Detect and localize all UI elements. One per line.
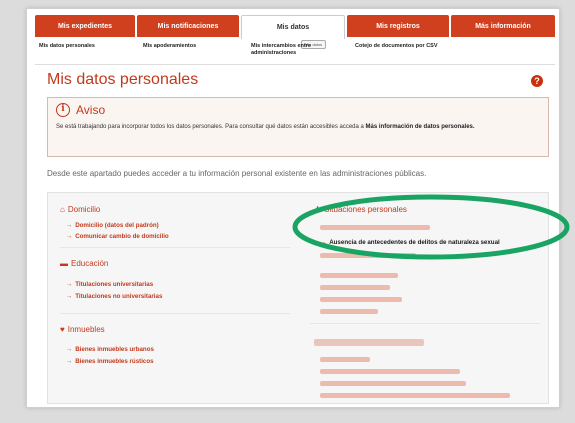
intro-text: Desde este apartado puedes acceder a tu … xyxy=(47,169,427,178)
notice-text-prefix: Se está trabajando para incorporar todos… xyxy=(56,124,364,130)
subnav-cotejo-documentos[interactable]: Cotejo de documentos por CSV xyxy=(355,43,451,50)
section-inmuebles-header: ♥ Inmuebles xyxy=(60,325,105,334)
notice-text: Se está trabajando para incorporar todos… xyxy=(56,123,544,132)
arrow-right-icon: → xyxy=(66,293,73,300)
link-label: Domicilio (datos del padrón) xyxy=(75,222,159,229)
arrow-right-icon: → xyxy=(66,281,73,288)
notice-link[interactable]: Más información de datos personales. xyxy=(366,124,475,130)
arrow-right-icon: → xyxy=(66,358,73,365)
obscured-link[interactable] xyxy=(320,369,460,374)
link-titulaciones-no-universitarias[interactable]: → Titulaciones no universitarias xyxy=(66,293,162,300)
home-icon: ⌂ xyxy=(60,205,65,214)
help-icon[interactable]: ? xyxy=(531,75,543,87)
tab-mis-notificaciones[interactable]: Mis notificaciones xyxy=(137,15,239,37)
link-label: Bienes inmuebles urbanos xyxy=(75,346,154,353)
link-domicilio-padron[interactable]: → Domicilio (datos del padrón) xyxy=(66,222,159,229)
notice-box: i Aviso Se está trabajando para incorpor… xyxy=(47,97,549,157)
obscured-link[interactable] xyxy=(320,393,510,398)
divider xyxy=(310,323,540,324)
divider xyxy=(60,313,290,314)
link-label: Comunicar cambio de domicilio xyxy=(75,233,169,240)
tab-mis-expedientes[interactable]: Mis expedientes xyxy=(35,15,135,37)
section-educacion-header: ▬ Educación xyxy=(60,259,108,268)
notice-title: Aviso xyxy=(76,103,106,117)
highlight-ellipse xyxy=(292,194,570,260)
obscured-link[interactable] xyxy=(320,285,390,290)
obscured-link[interactable] xyxy=(320,357,370,362)
arrow-right-icon: → xyxy=(66,233,73,240)
section-educacion-title: Educación xyxy=(71,259,109,268)
link-label: Titulaciones no universitarias xyxy=(75,293,163,300)
arrow-right-icon: → xyxy=(66,222,73,229)
tab-mis-registros[interactable]: Mis registros xyxy=(347,15,449,37)
subnav-mis-datos-personales[interactable]: Mis datos personales xyxy=(39,43,95,50)
tab-mas-informacion[interactable]: Más información xyxy=(451,15,555,37)
link-label: Bienes inmuebles rústicos xyxy=(75,358,154,365)
obscured-section-header xyxy=(314,339,424,346)
section-inmuebles-title: Inmuebles xyxy=(67,325,105,334)
graduation-icon: ▬ xyxy=(60,259,68,268)
link-label: Titulaciones universitarias xyxy=(75,281,154,288)
subnav-mis-apoderamientos[interactable]: Mis apoderamientos xyxy=(143,43,196,50)
section-domicilio-title: Domicilio xyxy=(67,205,101,214)
building-icon: ♥ xyxy=(60,325,65,334)
obscured-link[interactable] xyxy=(320,309,378,314)
divider xyxy=(60,247,290,248)
obscured-link[interactable] xyxy=(320,297,402,302)
section-domicilio-header: ⌂ Domicilio xyxy=(60,205,100,214)
obscured-link[interactable] xyxy=(320,273,398,278)
info-icon: i xyxy=(56,103,70,117)
link-titulaciones-universitarias[interactable]: → Titulaciones universitarias xyxy=(66,281,153,288)
main-tabs: Mis expedientes Mis notificaciones Mis d… xyxy=(35,15,555,39)
subnav-mis-intercambios[interactable]: Mis intercambios entre administraciones xyxy=(251,43,339,56)
link-comunicar-cambio-domicilio[interactable]: → Comunicar cambio de domicilio xyxy=(66,233,169,240)
obscured-link[interactable] xyxy=(320,381,466,386)
sub-navigation: Mis datos personales Mis apoderamientos … xyxy=(35,39,555,65)
link-bienes-urbanos[interactable]: → Bienes inmuebles urbanos xyxy=(66,346,154,353)
arrow-right-icon: → xyxy=(66,346,73,353)
tab-mis-datos[interactable]: Mis datos xyxy=(241,15,345,39)
page-title: Mis datos personales xyxy=(47,71,199,88)
link-bienes-rusticos[interactable]: → Bienes inmuebles rústicos xyxy=(66,358,154,365)
